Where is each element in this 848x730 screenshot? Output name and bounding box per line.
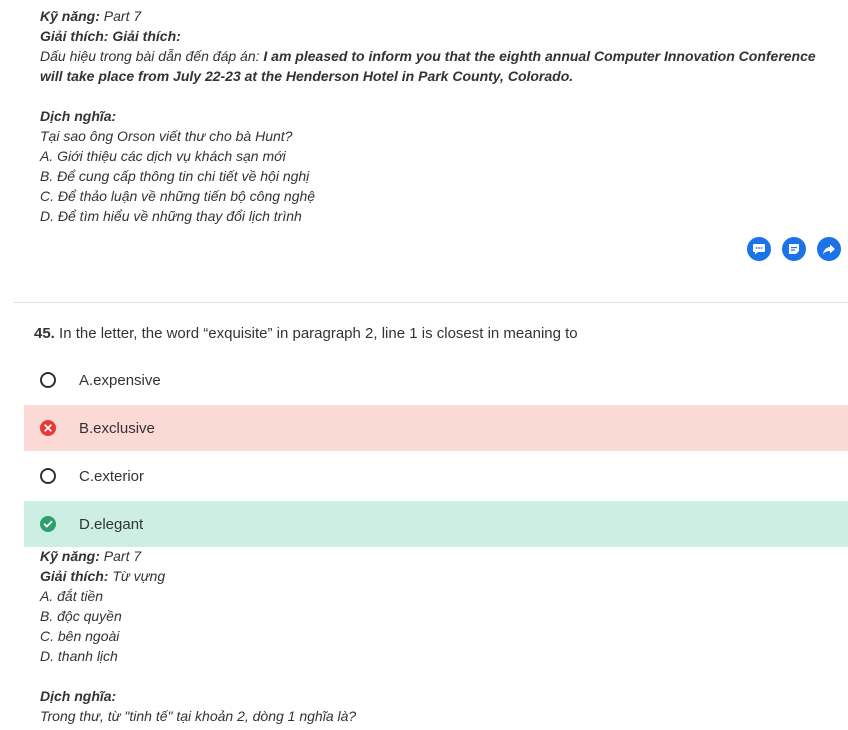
action-bar [747,237,841,261]
skill-value: Part 7 [103,8,142,24]
option-label: D.elegant [79,515,144,533]
skill-value: Part 7 [103,548,142,564]
explain-label: Giải thích: [40,568,109,584]
comment-icon [753,244,765,255]
explanation-line: D. thanh lịch [40,648,118,664]
question-explanation: Kỹ năng: Part 7 Giải thích: Từ vựng A. đ… [40,546,356,726]
explain-label: Giải thích: Giải thích: [40,28,181,44]
translation-line: B. Để cung cấp thông tin chi tiết về hội… [40,168,310,184]
explanation-line: B. độc quyền [40,608,122,624]
radio-empty-icon[interactable] [40,468,56,484]
translation-line: A. Giới thiệu các dịch vụ khách sạn mới [40,148,286,164]
question-body: In the letter, the word “exquisite” in p… [59,325,578,342]
option-d[interactable]: D.elegant [24,501,848,547]
translation-line: C. Để thảo luận về những tiến bộ công ng… [40,188,316,204]
option-a[interactable]: A.expensive [24,357,848,403]
comment-button[interactable] [747,237,771,261]
note-button[interactable] [782,237,806,261]
option-b[interactable]: B.exclusive [24,405,848,451]
skill-label: Kỹ năng: [40,548,100,564]
translation-line: Tại sao ông Orson viết thư cho bà Hunt? [40,128,293,144]
wrong-x-icon [40,420,56,436]
radio-empty-icon[interactable] [40,372,56,388]
option-label: C.exterior [79,467,145,485]
option-label: A.expensive [79,371,161,389]
translation-text: Trong thư, từ "tinh tế" tại khoản 2, dòn… [40,708,357,724]
question-text: 45. In the letter, the word “exquisite” … [34,324,578,344]
explanation-line: A. đắt tiền [40,588,104,604]
translation-line: D. Để tìm hiểu về những thay đổi lịch tr… [40,208,302,224]
option-c[interactable]: C.exterior [24,453,848,499]
option-label: B.exclusive [79,419,155,437]
note-icon [789,244,799,254]
translation-label: Dịch nghĩa: [40,108,117,124]
share-icon [823,244,835,255]
correct-check-icon [40,516,56,532]
previous-explanation: Kỹ năng: Part 7 Giải thích: Giải thích: … [40,6,840,226]
divider [14,302,848,303]
clue-prefix: Dấu hiệu trong bài dẫn đến đáp án: [40,48,260,64]
question-number: 45. [34,325,55,342]
share-button[interactable] [817,237,841,261]
explain-value: Từ vựng [112,568,166,584]
skill-label: Kỹ năng: [40,8,100,24]
translation-label: Dịch nghĩa: [40,688,117,704]
explanation-line: C. bên ngoài [40,628,120,644]
